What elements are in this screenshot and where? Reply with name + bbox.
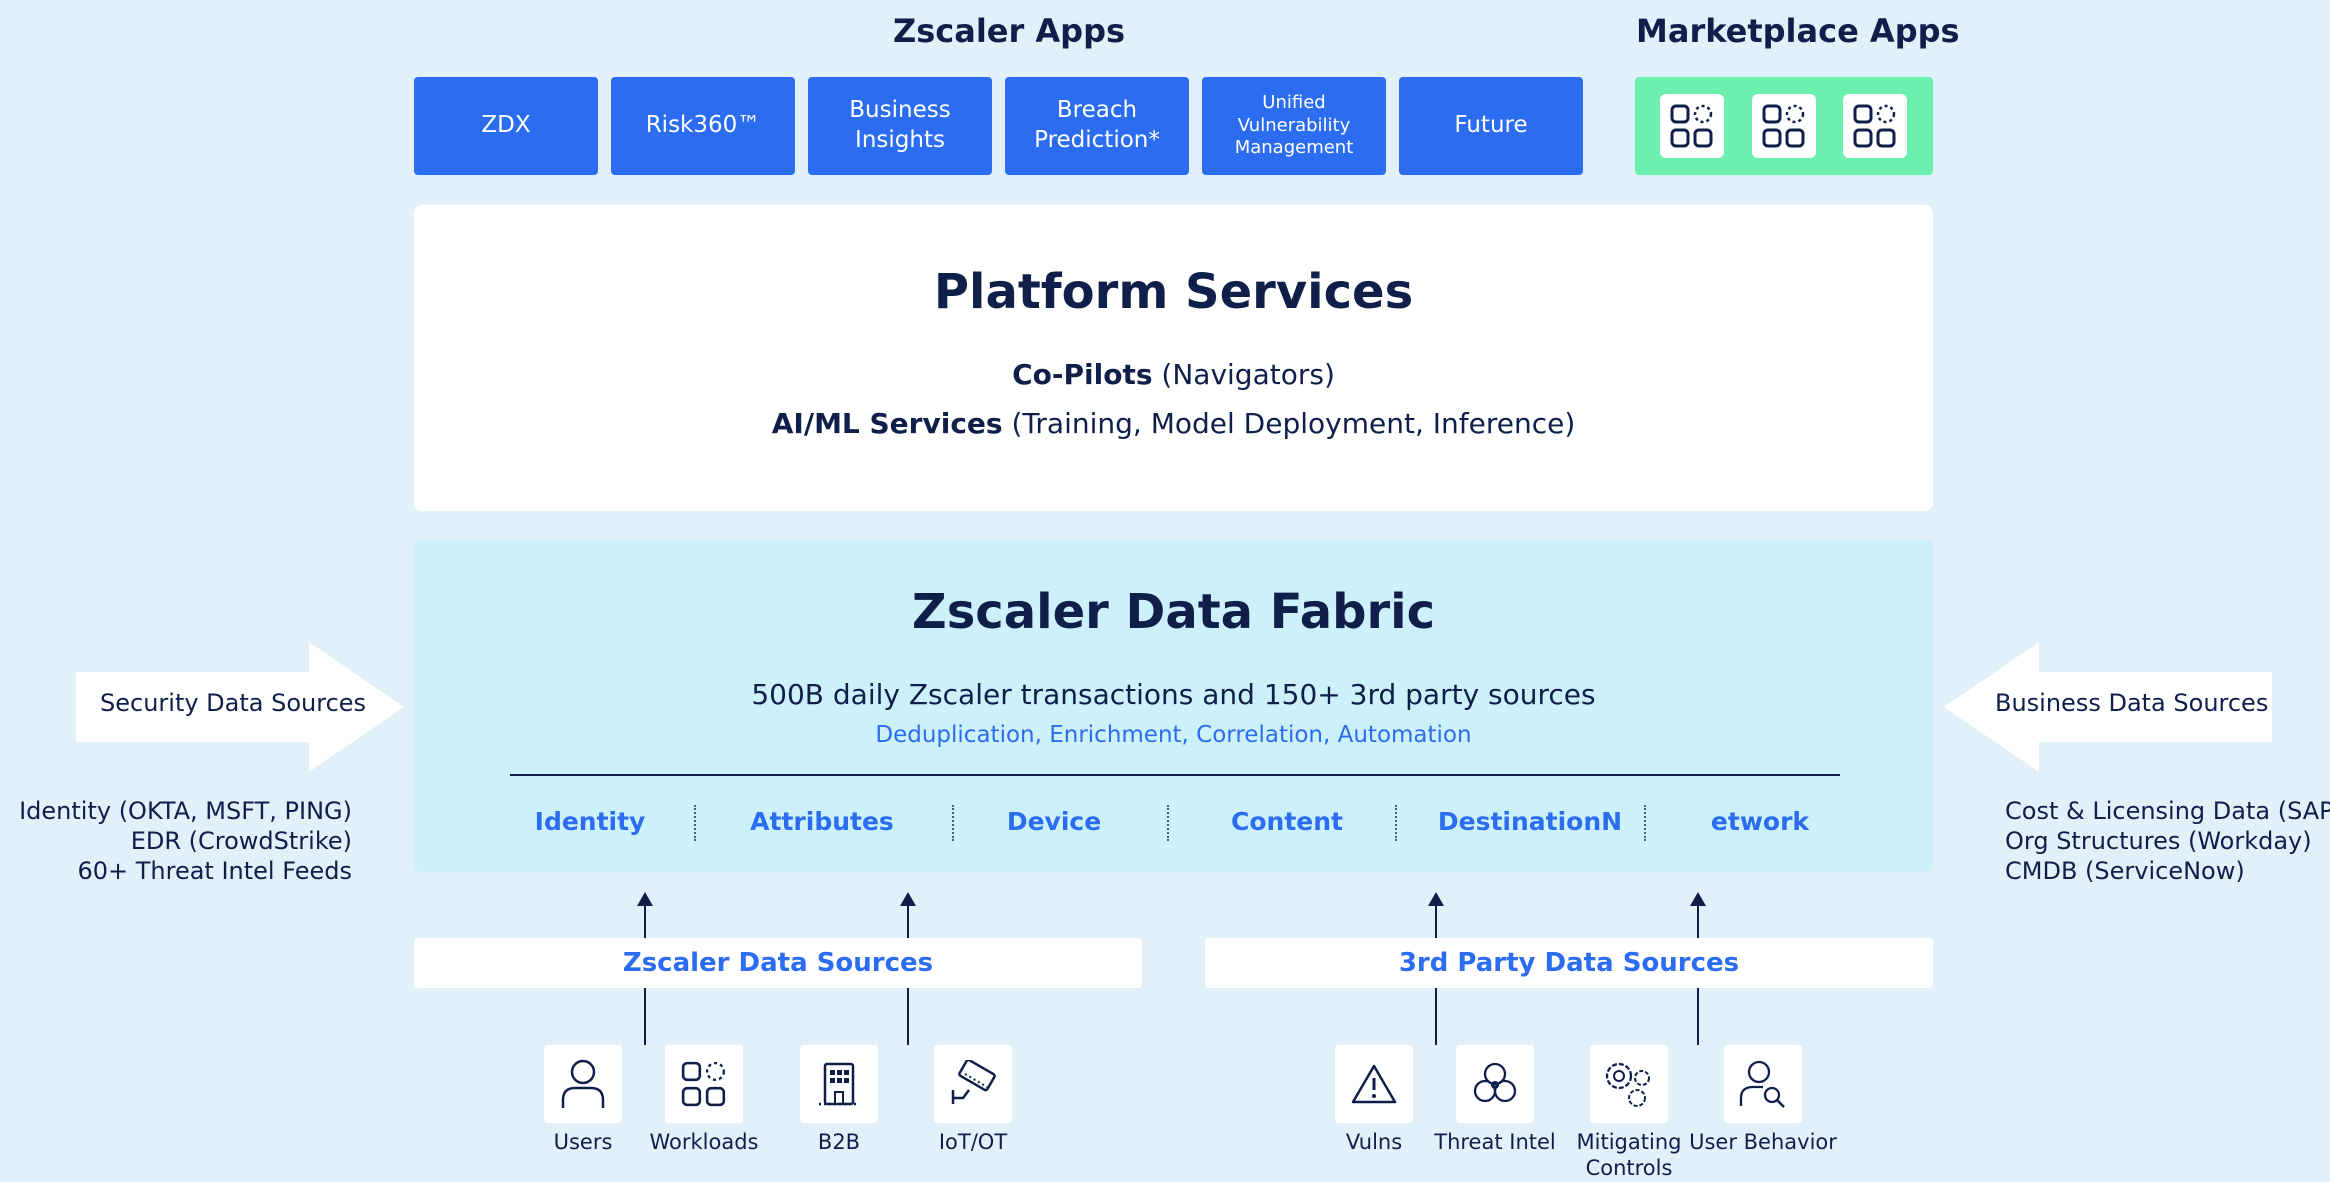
source-threat-intel	[1456, 1045, 1534, 1123]
zscaler-data-sources-label: Zscaler Data Sources	[622, 948, 934, 978]
connector-line	[907, 988, 909, 1045]
source-label: Users	[553, 1130, 613, 1154]
data-fabric-subtitle: 500B daily Zscaler transactions and 150+…	[751, 678, 1596, 711]
source-label: Workloads	[649, 1130, 759, 1154]
category-device: Device	[1006, 807, 1102, 836]
business-sources-list: Cost & Licensing Data (SAP) Org Structur…	[2005, 796, 2330, 886]
security-source-item: Identity (OKTA, MSFT, PING)	[19, 797, 352, 825]
category-content: Content	[1231, 807, 1343, 836]
data-fabric-title: Zscaler Data Fabric	[911, 584, 1436, 640]
category-destination: DestinationN	[1437, 807, 1623, 836]
category-separator	[1644, 805, 1646, 841]
zscaler-apps-title: Zscaler Apps	[893, 12, 1126, 50]
source-label: B2B	[817, 1130, 861, 1154]
security-sources-list: Identity (OKTA, MSFT, PING) EDR (CrowdSt…	[19, 796, 352, 886]
user-search-icon	[1739, 1060, 1785, 1108]
source-users	[544, 1045, 622, 1123]
marketplace-app-icon[interactable]	[1660, 94, 1724, 158]
category-network: etwork	[1710, 807, 1810, 836]
business-source-item: CMDB (ServiceNow)	[2005, 857, 2245, 885]
category-separator	[1167, 805, 1169, 841]
copilots-line: Co-Pilots (Navigators)	[414, 358, 1933, 391]
source-mitigating-controls	[1590, 1045, 1668, 1123]
connector-line	[907, 904, 909, 938]
security-sources-label: Security Data Sources	[100, 689, 367, 717]
connector-line	[644, 988, 646, 1045]
source-vulns	[1335, 1045, 1413, 1123]
third-party-data-sources-label: 3rd Party Data Sources	[1398, 948, 1740, 978]
user-icon	[561, 1059, 605, 1108]
source-label: IoT/OT	[938, 1130, 1008, 1154]
source-label: User Behavior	[1689, 1130, 1837, 1154]
source-label: Mitigating Controls	[1576, 1130, 1682, 1181]
warning-icon	[1351, 1064, 1397, 1104]
zscaler-data-sources-bar: Zscaler Data Sources	[414, 938, 1142, 988]
data-fabric-divider	[510, 774, 1840, 776]
app-tile-breach-prediction[interactable]: Breach Prediction*	[1005, 77, 1189, 175]
apps-grid-icon	[1762, 104, 1805, 148]
data-fabric-capabilities: Deduplication, Enrichment, Correlation, …	[875, 722, 1472, 748]
third-party-data-sources-bar: 3rd Party Data Sources	[1205, 938, 1933, 988]
category-identity: Identity	[534, 807, 646, 836]
connector-line	[644, 904, 646, 938]
business-source-item: Cost & Licensing Data (SAP)	[2005, 797, 2330, 825]
category-separator	[1395, 805, 1397, 841]
connector-line	[1435, 988, 1437, 1045]
app-tile-label: Risk360™	[645, 112, 761, 139]
app-tile-label: Unified Vulnerability Management	[1234, 92, 1354, 159]
business-sources-label: Business Data Sources	[1995, 689, 2269, 717]
apps-grid-icon	[1853, 104, 1896, 148]
copilots-detail: (Navigators)	[1152, 358, 1335, 391]
marketplace-app-icon[interactable]	[1752, 94, 1816, 158]
category-attributes: Attributes	[750, 807, 894, 836]
source-workloads	[665, 1045, 743, 1123]
aiml-services-line: AI/ML Services (Training, Model Deployme…	[414, 407, 1933, 440]
connector-line	[1435, 904, 1437, 938]
connector-line	[1697, 988, 1699, 1045]
business-source-item: Org Structures (Workday)	[2005, 827, 2312, 855]
category-separator	[694, 805, 696, 841]
building-icon	[819, 1062, 859, 1106]
source-b2b	[800, 1045, 878, 1123]
source-label: Threat Intel	[1434, 1130, 1556, 1154]
marketplace-apps-title: Marketplace Apps	[1636, 12, 1960, 50]
app-tile-label: Future	[1454, 112, 1528, 139]
app-tile-unified-vulnerability-management[interactable]: Unified Vulnerability Management	[1202, 77, 1386, 175]
app-tile-label: ZDX	[481, 112, 531, 139]
security-source-item: EDR (CrowdStrike)	[130, 827, 352, 855]
app-tile-label: Business Insights	[849, 97, 951, 153]
gears-icon	[1605, 1062, 1650, 1107]
aiml-label: AI/ML Services	[771, 407, 1003, 440]
source-user-behavior	[1724, 1045, 1802, 1123]
camera-icon	[951, 1060, 996, 1104]
biohazard-icon	[1473, 1062, 1517, 1103]
security-source-item: 60+ Threat Intel Feeds	[77, 857, 352, 885]
app-tile-zdx[interactable]: ZDX	[414, 77, 598, 175]
platform-services-title: Platform Services	[933, 264, 1414, 320]
app-tile-business-insights[interactable]: Business Insights	[808, 77, 992, 175]
connector-line	[1697, 904, 1699, 938]
app-tile-risk360[interactable]: Risk360™	[611, 77, 795, 175]
workloads-icon	[681, 1061, 726, 1107]
app-tile-label: Breach Prediction*	[1034, 97, 1160, 153]
source-iot-ot	[934, 1045, 1012, 1123]
apps-grid-icon	[1670, 104, 1713, 148]
category-separator	[952, 805, 954, 841]
copilots-label: Co-Pilots	[1012, 358, 1153, 391]
app-tile-future[interactable]: Future	[1399, 77, 1583, 175]
aiml-detail: (Training, Model Deployment, Inference)	[1002, 407, 1576, 440]
marketplace-app-icon[interactable]	[1843, 94, 1907, 158]
